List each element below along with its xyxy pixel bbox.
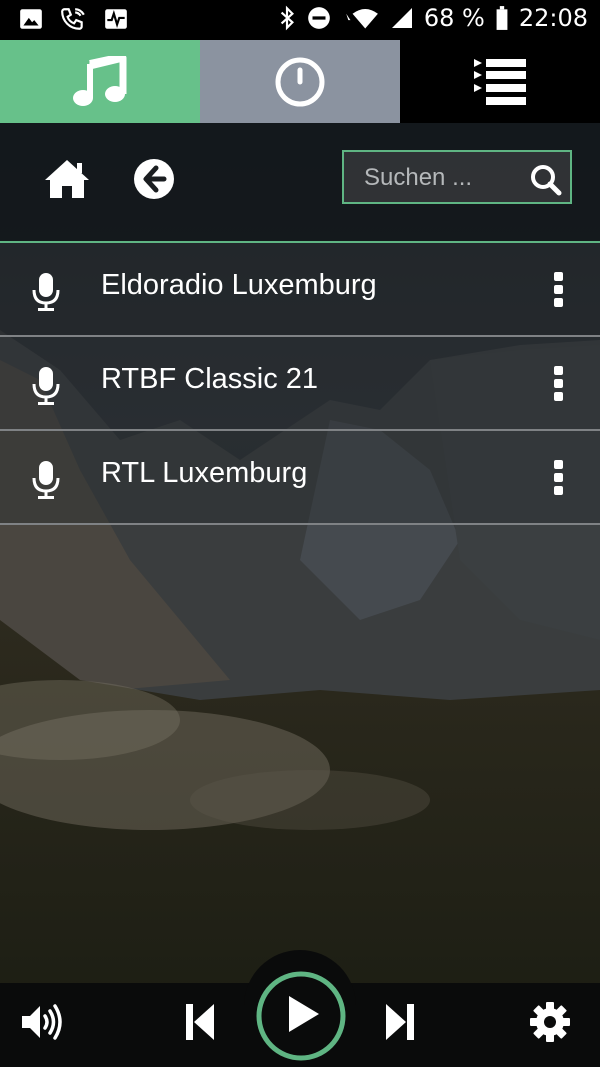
more-options-icon[interactable] [550, 272, 566, 308]
home-icon[interactable] [44, 158, 90, 200]
more-options-icon[interactable] [550, 366, 566, 402]
list-item[interactable]: Eldoradio Luxemburg [0, 243, 600, 337]
more-options-icon[interactable] [550, 460, 566, 496]
activity-icon [105, 9, 127, 29]
clock: 22:08 [518, 4, 588, 32]
search-icon[interactable] [530, 164, 562, 196]
microphone-icon [32, 273, 60, 311]
list-item[interactable]: RTBF Classic 21 [0, 337, 600, 431]
battery-icon [496, 6, 508, 30]
settings-icon[interactable] [529, 1001, 571, 1043]
battery-percent: 68 % [423, 4, 485, 32]
timer-icon [275, 57, 325, 106]
volume-icon[interactable] [20, 1003, 64, 1041]
tab-queue[interactable] [400, 40, 600, 123]
tab-music[interactable] [0, 40, 200, 123]
status-bar: 68 % 22:08 [0, 0, 600, 40]
signal-icon [391, 8, 412, 28]
play-icon[interactable] [255, 970, 347, 1062]
back-arrow-icon[interactable] [133, 158, 175, 200]
do-not-disturb-icon [308, 7, 330, 29]
queue-list-icon [474, 58, 526, 105]
station-name: RTL Luxemburg [101, 457, 308, 489]
gallery-icon [20, 9, 42, 29]
station-name: RTBF Classic 21 [101, 363, 319, 395]
microphone-icon [32, 461, 60, 499]
search-input[interactable] [362, 161, 526, 195]
wifi-icon [346, 9, 378, 29]
station-list: Eldoradio Luxemburg RTBF Classic 21 RTL … [0, 243, 600, 525]
bluetooth-icon [280, 5, 294, 31]
next-icon[interactable] [384, 1002, 416, 1042]
previous-icon[interactable] [184, 1002, 216, 1042]
station-name: Eldoradio Luxemburg [101, 269, 377, 301]
list-item[interactable]: RTL Luxemburg [0, 431, 600, 525]
microphone-icon [32, 367, 60, 405]
tab-bar [0, 40, 600, 123]
tab-timer[interactable] [200, 40, 400, 123]
music-note-icon [73, 55, 127, 106]
search-box[interactable] [342, 150, 572, 204]
phone-wifi-icon [61, 8, 85, 30]
